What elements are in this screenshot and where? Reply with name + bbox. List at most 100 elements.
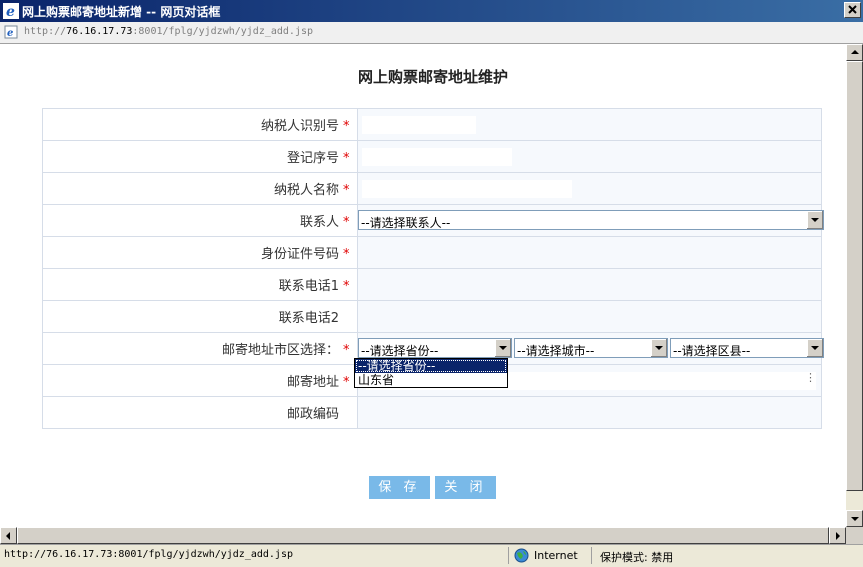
taxpayer-id-field[interactable]: [362, 116, 476, 134]
postal-code-field[interactable]: [357, 396, 822, 429]
form-row-registration-no: 登记序号 *: [42, 140, 822, 173]
arrow-right-icon: [836, 532, 840, 540]
label-text: 登记序号: [286, 151, 339, 166]
province-option[interactable]: --请选择省份--: [355, 359, 507, 373]
form-row-taxpayer-id: 纳税人识别号 *: [42, 108, 822, 141]
scroll-down-button[interactable]: [846, 510, 863, 527]
close-icon: [848, 5, 857, 14]
arrow-up-icon: [851, 50, 859, 54]
url-path: :8001/fplg/yjdzwh/yjdz_add.jsp: [132, 26, 314, 37]
district-select[interactable]: --请选择区县--: [670, 338, 824, 358]
required-mark: *: [343, 151, 350, 166]
contact-select-value: --请选择联系人--: [361, 216, 451, 230]
form-row-taxpayer-name: 纳税人名称 *: [42, 172, 822, 205]
form-label: 联系电话2: [42, 300, 358, 333]
scroll-right-button[interactable]: [829, 527, 846, 544]
protected-mode: 保护模式: 禁用: [600, 551, 674, 564]
form-label: 邮寄地址市区选择： *: [42, 332, 358, 365]
dialog-content: 网上购票邮寄地址维护 纳税人识别号 * 登记序号 * 纳税人名称 * 联系人 * --请…: [0, 44, 846, 527]
phone-2-field[interactable]: [357, 300, 822, 333]
window-title: 网上购票邮寄地址新增 -- 网页对话框: [22, 5, 221, 19]
city-select[interactable]: --请选择城市--: [514, 338, 668, 358]
required-mark: *: [343, 247, 350, 262]
svg-text:e: e: [6, 4, 15, 19]
vertical-scrollbar[interactable]: [846, 44, 863, 527]
arrow-left-icon: [6, 532, 10, 540]
horizontal-scroll-thumb[interactable]: [17, 527, 829, 544]
url-host: 76.16.17.73: [66, 26, 133, 37]
form-label: 联系电话1 *: [42, 268, 358, 301]
form-value-cell: [357, 108, 822, 141]
horizontal-scrollbar[interactable]: [0, 527, 846, 544]
registration-no-field[interactable]: [362, 148, 512, 166]
form-row-id-number: 身份证件号码 *: [42, 236, 822, 269]
chevron-down-icon[interactable]: [806, 211, 823, 229]
vertical-scroll-thumb[interactable]: [846, 61, 863, 491]
form-label: 登记序号 *: [42, 140, 358, 173]
label-text: 联系电话2: [278, 311, 339, 326]
required-mark: *: [343, 279, 350, 294]
label-text: 纳税人识别号: [260, 119, 339, 134]
address-bar: e http://76.16.17.73:8001/fplg/yjdzwh/yj…: [0, 22, 863, 44]
save-button[interactable]: 保 存: [369, 476, 430, 499]
city-select-value: --请选择城市--: [517, 344, 595, 358]
status-url: http://76.16.17.73:8001/fplg/yjdzwh/yjdz…: [4, 549, 293, 560]
label-text: 邮寄地址市区选择：: [221, 343, 339, 358]
form-label: 邮寄地址 *: [42, 364, 358, 397]
label-text: 联系电话1: [278, 279, 339, 294]
globe-icon: [514, 548, 529, 563]
province-option[interactable]: 山东省: [355, 373, 507, 387]
label-text: 身份证件号码: [260, 247, 339, 262]
district-select-value: --请选择区县--: [673, 344, 751, 358]
status-separator: [508, 547, 509, 564]
taxpayer-name-field[interactable]: [362, 180, 572, 198]
label-text: 联系人: [299, 215, 339, 230]
scroll-up-button[interactable]: [846, 44, 863, 61]
security-zone: Internet: [534, 549, 578, 562]
chevron-down-icon[interactable]: [650, 339, 667, 357]
form-label: 纳税人名称 *: [42, 172, 358, 205]
phone-1-field[interactable]: [357, 268, 822, 301]
form-label: 联系人 *: [42, 204, 358, 237]
form-row-phone-2: 联系电话2: [42, 300, 822, 333]
chevron-down-icon[interactable]: [806, 339, 823, 357]
scrollbar-corner: [846, 527, 863, 544]
page-icon: e: [4, 25, 18, 39]
required-mark: *: [343, 215, 350, 230]
form-label: 纳税人识别号 *: [42, 108, 358, 141]
form-label: 身份证件号码 *: [42, 236, 358, 269]
status-bar: http://76.16.17.73:8001/fplg/yjdzwh/yjdz…: [0, 544, 863, 567]
chevron-down-icon[interactable]: [494, 339, 511, 357]
form-row-phone-1: 联系电话1 *: [42, 268, 822, 301]
form-value-cell: [357, 140, 822, 173]
status-separator: [591, 547, 592, 564]
window-close-button[interactable]: [844, 2, 861, 18]
label-text: 纳税人名称: [273, 183, 339, 198]
form-label: 邮政编码: [42, 396, 358, 429]
address-url: http://76.16.17.73:8001/fplg/yjdzwh/yjdz…: [24, 26, 313, 37]
form-row-postal-code: 邮政编码: [42, 396, 822, 429]
ie-icon: e: [3, 3, 19, 19]
arrow-down-icon: [851, 517, 859, 521]
window-title-bar[interactable]: e 网上购票邮寄地址新增 -- 网页对话框: [0, 0, 863, 22]
label-text: 邮政编码: [286, 407, 339, 422]
province-select-value: --请选择省份--: [361, 344, 439, 358]
form-value-cell: --请选择联系人--: [357, 204, 824, 237]
required-mark: *: [343, 119, 350, 134]
more-icon: ⋮: [805, 371, 816, 384]
close-button[interactable]: 关 闭: [435, 476, 496, 499]
page-title: 网上购票邮寄地址维护: [357, 68, 508, 86]
province-select[interactable]: --请选择省份--: [358, 338, 512, 358]
required-mark: *: [343, 343, 350, 358]
scroll-left-button[interactable]: [0, 527, 17, 544]
required-mark: *: [343, 375, 350, 390]
label-text: 邮寄地址: [286, 375, 339, 390]
form-value-cell: [357, 172, 822, 205]
province-dropdown-list: --请选择省份-- 山东省: [354, 358, 508, 388]
svg-text:e: e: [7, 28, 13, 39]
contact-select[interactable]: --请选择联系人--: [358, 210, 824, 230]
form-row-contact: 联系人 * --请选择联系人--: [42, 204, 824, 237]
required-mark: *: [343, 183, 350, 198]
url-prefix: http://: [24, 26, 67, 37]
id-number-field[interactable]: [357, 236, 822, 269]
